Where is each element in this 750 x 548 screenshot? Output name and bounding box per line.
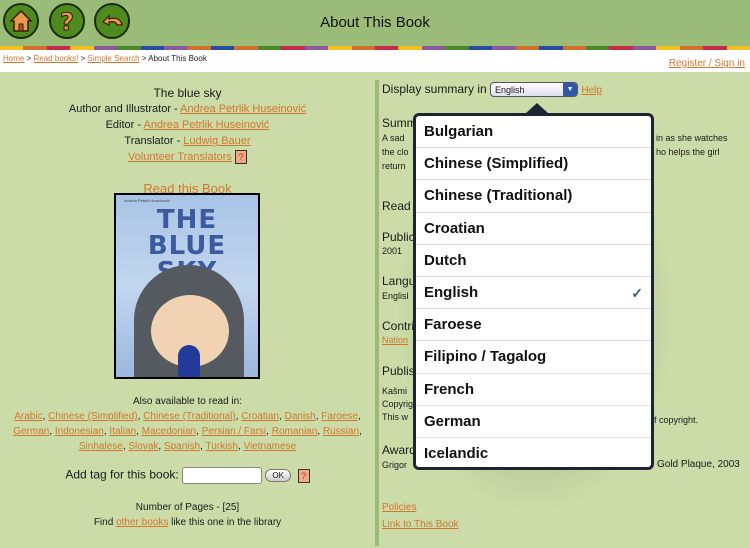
find-prefix: Find <box>93 517 114 528</box>
breadcrumb: Home > Read books! > Simple Search > Abo… <box>3 54 207 63</box>
language-option-label: English <box>424 283 479 301</box>
available-language-link[interactable]: Slovak <box>128 441 158 452</box>
author-row: Author and Illustrator - Andrea Petrlik … <box>0 101 375 117</box>
editor-label: Editor - <box>105 119 142 131</box>
translator-link[interactable]: Ludwig Bauer <box>183 135 250 147</box>
available-language-link[interactable]: Chinese (Simplified) <box>48 411 137 422</box>
available-languages: Also available to read in: Arabic, Chine… <box>0 394 375 454</box>
tag-row: Add tag for this book: OK ? <box>0 467 375 484</box>
cover-bird <box>178 345 200 377</box>
translator-row: Translator - Ludwig Bauer <box>0 133 375 149</box>
language-option[interactable]: Croatian <box>416 213 651 245</box>
volunteer-row: Volunteer Translators ? <box>0 149 375 165</box>
available-language-link[interactable]: Sinhalese <box>79 441 123 452</box>
available-language-link[interactable]: Faroese <box>321 411 358 422</box>
page-count: Number of Pages - [25] <box>135 502 240 513</box>
volunteer-help-button[interactable]: ? <box>235 150 247 165</box>
breadcrumb-separator: > <box>141 54 147 63</box>
help-link[interactable]: Help <box>581 85 602 96</box>
language-option[interactable]: Faroese <box>416 309 651 342</box>
select-value: English <box>495 85 525 96</box>
language-option-label: French <box>424 380 475 398</box>
language-option[interactable]: Dutch <box>416 245 651 277</box>
other-books-link[interactable]: other books <box>116 517 168 528</box>
breadcrumb-current: About This Book <box>148 54 207 63</box>
language-option[interactable]: French <box>416 374 651 406</box>
language-option[interactable]: Icelandic <box>416 438 651 467</box>
book-footer-info: Number of Pages - [25] Find other books … <box>0 500 375 530</box>
editor-link[interactable]: Andrea Petrlik Huseinović <box>143 119 269 131</box>
page-title: About This Book <box>320 14 430 31</box>
language-option[interactable]: Chinese (Simplified) <box>416 148 651 181</box>
available-language-link[interactable]: Indonesian <box>55 426 104 437</box>
link-to-this-book[interactable]: Link to This Book <box>382 518 459 532</box>
language-option[interactable]: English ✓ <box>416 277 651 310</box>
breadcrumb-separator: > <box>80 54 86 63</box>
language-option[interactable]: Bulgarian <box>416 116 651 149</box>
tag-ok-button[interactable]: OK <box>265 469 291 482</box>
language-option-label: German <box>424 412 481 430</box>
available-language-link[interactable]: Turkish <box>205 441 237 452</box>
list-separator: , <box>359 426 362 437</box>
author-label: Author and Illustrator - <box>68 103 178 115</box>
breadcrumb-home[interactable]: Home <box>3 54 24 63</box>
editor-row: Editor - Andrea Petrlik Huseinović <box>0 117 375 133</box>
language-option-label: Croatian <box>424 219 485 237</box>
available-language-link[interactable]: Macedonian <box>142 426 196 437</box>
find-other-books: Find other books like this one in the li… <box>0 515 375 530</box>
available-language-link[interactable]: German <box>13 426 49 437</box>
available-language-link[interactable]: Chinese (Traditional) <box>143 411 235 422</box>
display-summary-row: Display summary in English ▼ Help <box>382 82 602 98</box>
column-divider <box>375 80 379 546</box>
tag-input[interactable] <box>182 467 263 484</box>
available-language-link[interactable]: Persian / Farsi <box>202 426 266 437</box>
tag-help-button[interactable]: ? <box>297 468 310 483</box>
top-bar: ? About This Book <box>0 0 750 46</box>
available-language-link[interactable]: Russian <box>323 426 359 437</box>
available-language-link[interactable]: Romanian <box>272 426 318 437</box>
chevron-down-icon: ▼ <box>563 83 578 97</box>
available-language-link[interactable]: Danish <box>285 411 316 422</box>
summary-language-select[interactable]: English ▼ <box>490 82 579 98</box>
language-option-label: Faroese <box>424 316 482 334</box>
list-separator: , <box>357 411 361 422</box>
language-option-label: Dutch <box>424 251 467 269</box>
language-option[interactable]: German <box>416 406 651 438</box>
display-summary-label: Display summary in <box>382 82 487 96</box>
language-option[interactable]: Filipino / Tagalog <box>416 341 651 374</box>
cover-art: Andrea Petrlik Huseinović THE BLUE SKY <box>116 195 258 377</box>
language-option-label: Chinese (Traditional) <box>424 187 573 205</box>
available-language-list: Arabic, Chinese (Simplified), Chinese (T… <box>0 409 375 454</box>
tag-label: Add tag for this book: <box>65 467 179 482</box>
language-option[interactable]: Chinese (Traditional) <box>416 180 651 213</box>
available-label: Also available to read in: <box>133 396 242 407</box>
checkmark-icon: ✓ <box>631 284 643 301</box>
cover-author: Andrea Petrlik Huseinović <box>124 198 170 203</box>
available-language-link[interactable]: Vietnamese <box>243 441 296 452</box>
breadcrumb-separator: > <box>26 54 32 63</box>
language-option-label: Chinese (Simplified) <box>424 155 569 173</box>
breadcrumb-simple-search[interactable]: Simple Search <box>88 54 140 63</box>
available-language-link[interactable]: Italian <box>109 426 136 437</box>
translator-label: Translator - <box>124 135 181 147</box>
volunteer-translators-link[interactable]: Volunteer Translators <box>128 151 232 163</box>
available-language-link[interactable]: Arabic <box>14 411 42 422</box>
breadcrumb-read-books[interactable]: Read books! <box>33 54 78 63</box>
language-option-list[interactable]: Bulgarian Chinese (Simplified) Chinese (Tr… <box>416 116 651 467</box>
author-link[interactable]: Andrea Petrlik Huseinović <box>180 103 306 115</box>
language-option-label: Filipino / Tagalog <box>424 348 547 366</box>
book-title: The blue sky <box>153 86 222 100</box>
register-sign-in-link[interactable]: Register / Sign in <box>669 58 745 69</box>
language-option-label: Icelandic <box>424 444 489 462</box>
language-picker-popover: Bulgarian Chinese (Simplified) Chinese (Tr… <box>413 113 654 470</box>
available-language-link[interactable]: Croatian <box>241 411 279 422</box>
book-cover[interactable]: Andrea Petrlik Huseinović THE BLUE SKY <box>114 193 260 379</box>
available-language-link[interactable]: Spanish <box>164 441 200 452</box>
find-suffix: like this one in the library <box>171 517 282 528</box>
language-option-label: Bulgarian <box>424 123 494 140</box>
